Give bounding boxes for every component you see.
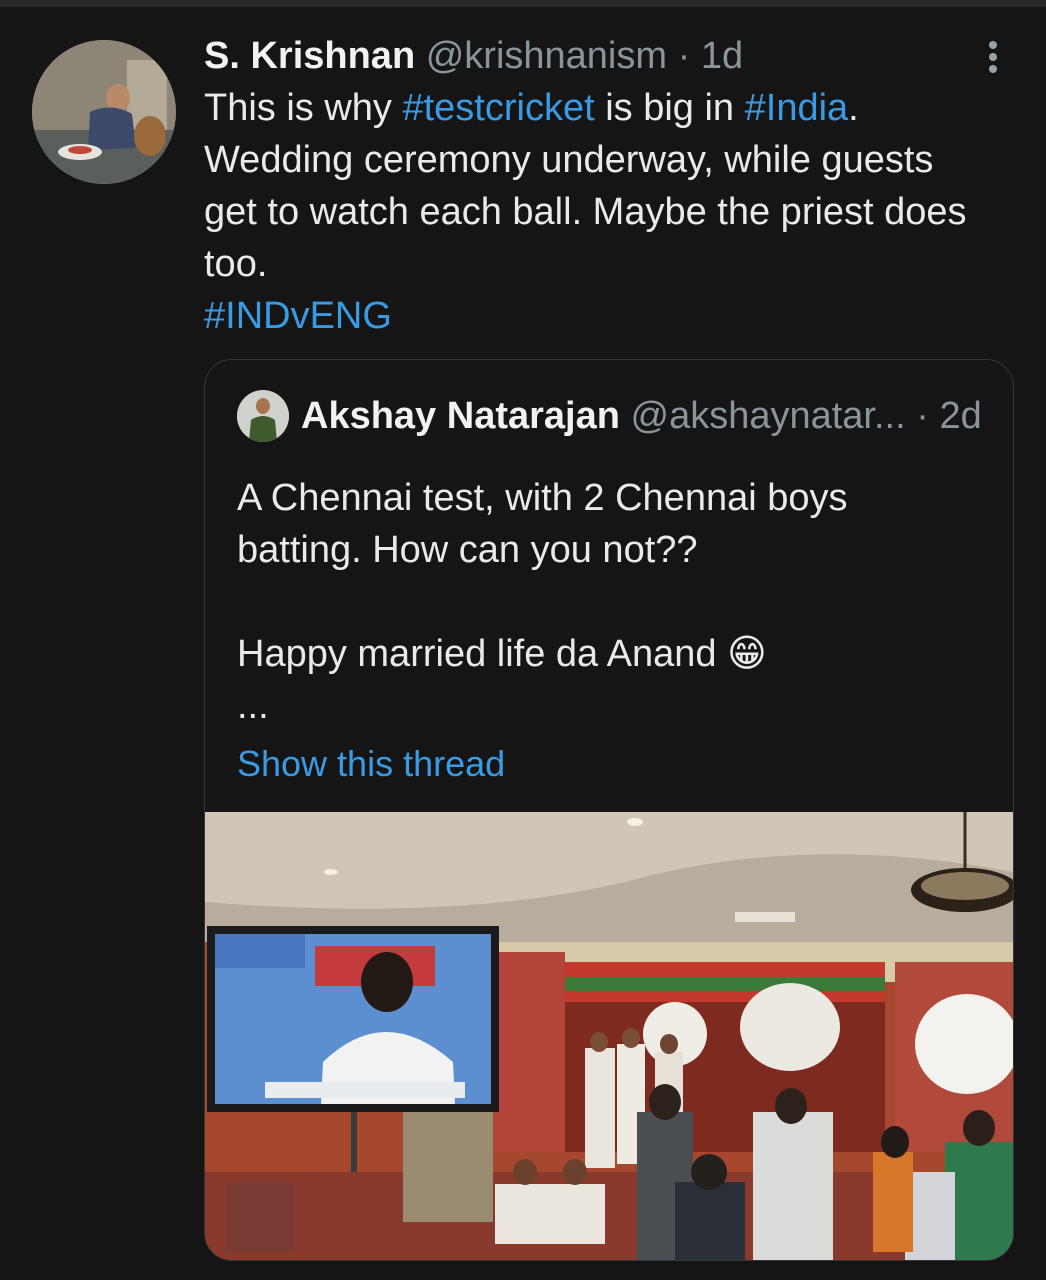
- tweet-time[interactable]: 1d: [701, 35, 743, 77]
- hashtag-link[interactable]: #India: [745, 87, 849, 129]
- quoted-author-handle[interactable]: @akshaynatar...: [631, 395, 906, 437]
- quoted-tweet[interactable]: Akshay Natarajan @akshaynatar... · 2d A …: [204, 359, 1014, 1261]
- author-name[interactable]: S. Krishnan: [204, 35, 415, 77]
- quoted-ellipsis: ...: [237, 685, 269, 727]
- more-options-icon[interactable]: [978, 38, 1008, 78]
- tweet-text-segment: get to watch each ball. Maybe the priest…: [204, 191, 967, 233]
- tweet-text-segment: Wedding ceremony underway, while guests: [204, 139, 934, 181]
- tweet-text-line: get to watch each ball. Maybe the priest…: [204, 186, 1024, 238]
- tweet-text-line: This is why #testcricket is big in #Indi…: [204, 82, 1024, 134]
- separator-dot: ·: [677, 35, 691, 77]
- tweet-text-segment: .: [848, 87, 859, 129]
- hashtag-link[interactable]: #testcricket: [402, 87, 594, 129]
- quoted-media-photo[interactable]: [205, 812, 1013, 1260]
- quoted-line: Happy married life da Anand 😁: [237, 633, 767, 675]
- quoted-text: A Chennai test, with 2 Chennai boys batt…: [237, 472, 977, 732]
- author-handle[interactable]: @krishnanism: [426, 35, 667, 77]
- author-avatar[interactable]: [32, 40, 176, 184]
- tweet-text-segment: is big in: [594, 87, 745, 129]
- show-thread-link[interactable]: Show this thread: [237, 738, 505, 790]
- tweet-text-line: #INDvENG: [204, 290, 1024, 342]
- quoted-line: batting. How can you not??: [237, 529, 698, 571]
- tweet-text-segment: This is why: [204, 87, 403, 129]
- quoted-time[interactable]: 2d: [939, 395, 981, 437]
- tweet-header: S. Krishnan @krishnanism · 1d: [204, 30, 1024, 82]
- quoted-avatar-photo: [237, 390, 289, 442]
- quoted-author-name[interactable]: Akshay Natarajan: [301, 395, 620, 437]
- quoted-separator-dot: ·: [916, 395, 929, 437]
- hashtag-link[interactable]: #INDvENG: [204, 295, 392, 337]
- tweet-text: This is why #testcricket is big in #Indi…: [204, 82, 1024, 342]
- tweet-text-line: too.: [204, 238, 1024, 290]
- quoted-author-avatar[interactable]: [237, 390, 289, 442]
- avatar-photo: [32, 40, 176, 184]
- tweet-text-line: Wedding ceremony underway, while guests: [204, 134, 1024, 186]
- tweet-text-segment: too.: [204, 243, 268, 285]
- quoted-header: Akshay Natarajan @akshaynatar... · 2d: [301, 390, 982, 442]
- quoted-blank-line: [237, 576, 977, 628]
- quoted-line: A Chennai test, with 2 Chennai boys: [237, 477, 848, 519]
- top-divider: [0, 0, 1046, 7]
- tweet-body: S. Krishnan @krishnanism · 1d This is wh…: [204, 30, 1024, 342]
